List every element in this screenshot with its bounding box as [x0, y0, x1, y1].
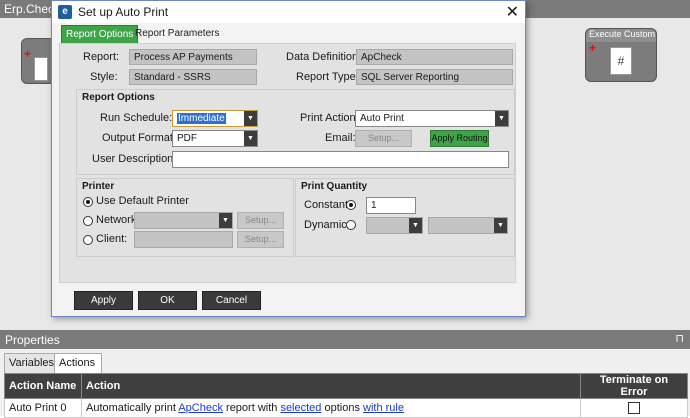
- network-radio[interactable]: [83, 216, 93, 226]
- report-options-title: Report Options: [82, 92, 155, 103]
- output-format-value: PDF: [177, 133, 197, 144]
- constant-radio[interactable]: [346, 200, 356, 210]
- style-field: Standard - SSRS: [129, 69, 257, 85]
- data-definition-label: Data Definition:: [286, 51, 362, 63]
- email-setup-button[interactable]: Setup...: [355, 130, 412, 147]
- rule-link[interactable]: with rule: [363, 402, 404, 414]
- terminate-cell: [580, 398, 688, 418]
- apply-routing-button[interactable]: Apply Routing: [430, 130, 489, 147]
- print-action-select[interactable]: Auto Print ▼: [355, 110, 509, 127]
- use-default-printer-label: Use Default Printer: [96, 195, 189, 207]
- properties-title: Properties: [5, 333, 60, 347]
- action-name-cell[interactable]: Auto Print 0: [4, 398, 82, 418]
- report-type-field: SQL Server Reporting: [356, 69, 513, 85]
- tab-actions[interactable]: Actions: [54, 353, 102, 373]
- action-text: Automatically print: [86, 402, 179, 414]
- tab-report-parameters[interactable]: Report Parameters: [131, 25, 223, 42]
- dynamic-field-select[interactable]: ▼: [366, 217, 423, 234]
- plus-icon: +: [24, 47, 32, 61]
- user-description-label: User Description:: [92, 153, 177, 165]
- printer-group: Printer Use Default Printer Network ▼ Se…: [76, 178, 294, 257]
- data-definition-field: ApCheck: [356, 49, 513, 65]
- table-header-row: Action Name Action Terminate on Error: [4, 373, 688, 399]
- report-label: Report:: [83, 51, 120, 63]
- client-radio[interactable]: [83, 235, 93, 245]
- column-header-action-name[interactable]: Action Name: [4, 373, 82, 399]
- action-text: report with: [222, 402, 281, 414]
- style-label: Style:: [90, 71, 118, 83]
- network-setup-button[interactable]: Setup...: [237, 212, 284, 229]
- run-schedule-value: Immediate: [177, 113, 226, 124]
- client-setup-button[interactable]: Setup...: [237, 231, 284, 248]
- print-action-label: Print Action:: [300, 112, 359, 124]
- chevron-down-icon[interactable]: ▼: [244, 131, 257, 146]
- output-format-select[interactable]: PDF ▼: [172, 130, 258, 147]
- dynamic-source-select[interactable]: ▼: [428, 217, 508, 234]
- dynamic-label: Dynamic: [304, 219, 347, 231]
- plus-icon: +: [589, 41, 597, 55]
- options-link[interactable]: selected: [280, 402, 321, 414]
- pin-icon[interactable]: ⊓: [675, 332, 684, 345]
- report-field: Process AP Payments: [129, 49, 257, 65]
- dialog-title: Set up Auto Print: [78, 5, 169, 19]
- report-link[interactable]: ApCheck: [178, 402, 223, 414]
- chevron-down-icon[interactable]: ▼: [494, 218, 507, 233]
- chevron-down-icon[interactable]: ▼: [409, 218, 422, 233]
- apply-button[interactable]: Apply: [74, 291, 133, 310]
- action-cell: Automatically print ApCheck report with …: [81, 398, 581, 418]
- tab-report-options[interactable]: Report Options: [61, 25, 139, 44]
- printer-title: Printer: [82, 181, 115, 192]
- dialog-titlebar: e Set up Auto Print ✕: [52, 1, 525, 23]
- chevron-down-icon[interactable]: ▼: [219, 213, 232, 228]
- client-printer-select[interactable]: [134, 231, 233, 248]
- terminate-on-error-checkbox[interactable]: [628, 402, 640, 415]
- app-logo-icon: e: [58, 5, 72, 19]
- client-label: Client:: [96, 233, 128, 245]
- code-file-icon: #: [610, 47, 632, 75]
- constant-label: Constant: [304, 199, 349, 211]
- constant-quantity-field[interactable]: 1: [366, 197, 416, 214]
- report-options-group: Report Options Run Schedule: Immediate ▼…: [76, 89, 515, 175]
- column-header-action[interactable]: Action: [81, 373, 581, 399]
- cancel-button[interactable]: Cancel: [202, 291, 261, 310]
- tab-variables[interactable]: Variables: [4, 353, 60, 373]
- print-quantity-group: Print Quantity Constant 1 Dynamic ▼ ▼: [295, 178, 515, 257]
- chevron-down-icon[interactable]: ▼: [244, 111, 257, 126]
- actions-table: Action Name Action Terminate on Error Au…: [4, 373, 688, 418]
- execute-custom-code-node[interactable]: Execute Custom Co + #: [585, 28, 657, 82]
- network-label: Network: [96, 214, 137, 226]
- use-default-printer-radio[interactable]: [83, 197, 93, 207]
- network-printer-select[interactable]: ▼: [134, 212, 233, 229]
- table-row[interactable]: Auto Print 0 Automatically print ApCheck…: [4, 398, 688, 418]
- run-schedule-select[interactable]: Immediate ▼: [172, 110, 258, 127]
- report-type-label: Report Type:: [296, 71, 359, 83]
- run-schedule-label: Run Schedule:: [100, 112, 173, 124]
- auto-print-dialog: e Set up Auto Print ✕ Report Options Rep…: [51, 0, 526, 317]
- node-title: Execute Custom Co: [586, 29, 656, 42]
- print-action-value: Auto Print: [360, 113, 404, 124]
- close-icon[interactable]: ✕: [506, 2, 519, 22]
- workflow-node-left[interactable]: +: [21, 38, 55, 84]
- chevron-down-icon[interactable]: ▼: [495, 111, 508, 126]
- report-options-panel: Report: Process AP Payments Data Definit…: [59, 43, 516, 283]
- email-label: Email:: [325, 132, 356, 144]
- print-quantity-title: Print Quantity: [301, 181, 368, 192]
- properties-panel: Properties ⊓ Variables Actions Action Na…: [0, 330, 690, 418]
- action-text: options: [321, 402, 364, 414]
- column-header-terminate[interactable]: Terminate on Error: [580, 373, 688, 399]
- properties-titlebar: Properties ⊓: [0, 330, 690, 349]
- output-format-label: Output Format:: [102, 132, 176, 144]
- document-icon: [34, 57, 48, 81]
- ok-button[interactable]: OK: [138, 291, 197, 310]
- dynamic-radio[interactable]: [346, 220, 356, 230]
- user-description-field[interactable]: [172, 151, 509, 168]
